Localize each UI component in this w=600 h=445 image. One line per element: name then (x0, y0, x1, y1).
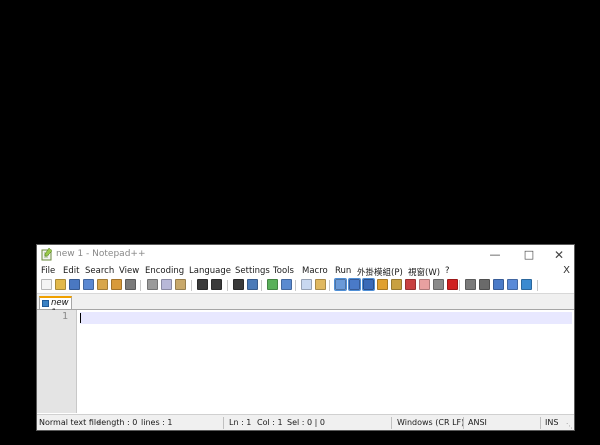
menu-help[interactable]: ? (445, 266, 450, 276)
menu-encoding[interactable]: Encoding (145, 266, 184, 276)
status-ln: Ln : 1 (229, 418, 252, 427)
toolbar-separator (227, 280, 228, 291)
close-document-button[interactable]: X (563, 265, 570, 276)
window-title: new 1 - Notepad++ (56, 249, 146, 259)
status-encoding[interactable]: ANSI (468, 418, 487, 427)
replace-button[interactable] (247, 279, 258, 290)
menu-search[interactable]: Search (85, 266, 114, 276)
menu-tools[interactable]: Tools (273, 266, 294, 276)
monitoring-button[interactable] (433, 279, 444, 290)
menu-language[interactable]: Language (189, 266, 231, 276)
toolbar-separator (261, 280, 262, 291)
menu-view[interactable]: View (119, 266, 139, 276)
notepad-plus-plus-icon (41, 248, 53, 261)
cut-button[interactable] (147, 279, 158, 290)
document-map-button[interactable] (391, 279, 402, 290)
status-length: length : 0 (99, 418, 138, 427)
toolbar (37, 278, 574, 294)
status-divider (391, 417, 392, 429)
maximize-button[interactable]: □ (514, 245, 544, 265)
close-button[interactable] (97, 279, 108, 290)
run-macro-multiple-button[interactable] (493, 279, 504, 290)
close-all-button[interactable] (111, 279, 122, 290)
close-window-button[interactable]: ✕ (544, 245, 574, 265)
status-sel: Sel : 0 | 0 (287, 418, 325, 427)
current-line-highlight (80, 312, 572, 324)
editor-area[interactable]: 1 (37, 310, 574, 413)
show-all-characters-button[interactable] (348, 278, 361, 291)
find-button[interactable] (233, 279, 244, 290)
redo-button[interactable] (211, 279, 222, 290)
title-bar[interactable]: new 1 - Notepad++ — □ ✕ (37, 245, 574, 265)
toolbar-separator (537, 280, 538, 291)
print-button[interactable] (125, 279, 136, 290)
status-file-type: Normal text file (39, 418, 102, 427)
undo-button[interactable] (197, 279, 208, 290)
save-button[interactable] (69, 279, 80, 290)
save-all-button[interactable] (83, 279, 94, 290)
toolbar-separator (140, 280, 141, 291)
copy-button[interactable] (161, 279, 172, 290)
save-macro-button[interactable] (507, 279, 518, 290)
status-divider (540, 417, 541, 429)
tab-new-1[interactable]: new 1 (39, 296, 72, 318)
word-wrap-button[interactable] (334, 278, 347, 291)
toolbar-separator (459, 280, 460, 291)
zoom-in-button[interactable] (267, 279, 278, 290)
sync-vertical-button[interactable] (301, 279, 312, 290)
stop-recording-button[interactable] (465, 279, 476, 290)
menu-window[interactable]: 視窗(W) (408, 266, 440, 278)
menu-file[interactable]: File (41, 266, 55, 276)
tab-bar: new 1 (37, 294, 574, 318)
playback-macro-button[interactable] (479, 279, 490, 290)
text-caret (80, 313, 81, 323)
open-file-button[interactable] (55, 279, 66, 290)
status-divider (463, 417, 464, 429)
html-tag-button[interactable] (521, 279, 532, 290)
minimize-button[interactable]: — (480, 245, 510, 265)
function-list-button[interactable] (405, 279, 416, 290)
document-icon (42, 300, 49, 307)
status-eol[interactable]: Windows (CR LF) (397, 418, 464, 427)
paste-button[interactable] (175, 279, 186, 290)
notepad-window: new 1 - Notepad++ — □ ✕ File Edit Search… (36, 244, 575, 431)
menu-bar: File Edit Search View Encoding Language … (37, 265, 574, 278)
status-bar: Normal text file length : 0 lines : 1 Ln… (37, 414, 574, 430)
line-number-gutter: 1 (37, 310, 77, 413)
menu-plugins[interactable]: 外掛模組(P) (357, 266, 403, 278)
zoom-out-button[interactable] (281, 279, 292, 290)
menu-settings[interactable]: Settings (235, 266, 270, 276)
resize-grip-icon[interactable]: ⋱ (566, 422, 573, 430)
status-divider (223, 417, 224, 429)
minimize-icon: — (489, 248, 501, 261)
record-macro-button[interactable] (447, 279, 458, 290)
menu-macro[interactable]: Macro (302, 266, 328, 276)
toolbar-separator (295, 280, 296, 291)
status-col: Col : 1 (257, 418, 283, 427)
status-insert-mode[interactable]: INS (545, 418, 558, 427)
sync-horizontal-button[interactable] (315, 279, 326, 290)
new-file-button[interactable] (41, 279, 52, 290)
define-language-button[interactable] (377, 279, 388, 290)
indent-guide-button[interactable] (362, 278, 375, 291)
close-icon: ✕ (553, 248, 565, 262)
line-number: 1 (61, 311, 68, 322)
menu-edit[interactable]: Edit (63, 266, 79, 276)
toolbar-separator (191, 280, 192, 291)
toolbar-separator (329, 280, 330, 291)
folder-as-workspace-button[interactable] (419, 279, 430, 290)
menu-run[interactable]: Run (335, 266, 351, 276)
status-lines: lines : 1 (141, 418, 173, 427)
maximize-icon: □ (523, 248, 535, 261)
